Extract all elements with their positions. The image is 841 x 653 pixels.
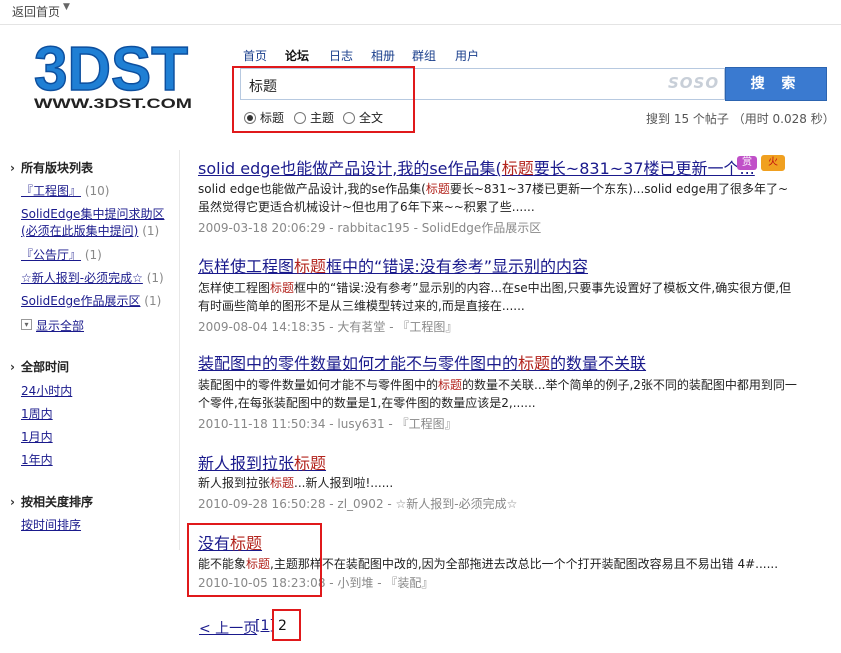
snippet-text: solid edge也能做产品设计,我的se作品集( xyxy=(198,182,426,196)
snippet-text: 怎样使工程图 xyxy=(198,281,271,295)
forum-link[interactable]: SolidEdge集中提问求助区 xyxy=(21,207,164,221)
snippet-text: 装配图中的零件数量如何才能不与零件图中的 xyxy=(198,378,439,392)
expand-icon[interactable]: ▾ xyxy=(21,319,32,330)
title-text: 的数量不关联 xyxy=(550,354,647,373)
title-highlight: 标题 xyxy=(294,454,327,473)
sidebar-item-forum: 『工程图』 (10) xyxy=(21,182,109,199)
snippet-highlight: 标题 xyxy=(270,281,295,295)
result-snippet: 装配图中的零件数量如何才能不与零件图中的标题的数量不关联...举个简单的例子,2… xyxy=(198,376,798,412)
title-highlight: 标题 xyxy=(518,354,551,373)
show-all-link[interactable]: 显示全部 xyxy=(36,317,84,334)
sidebar-item-forum: ☆新人报到-必须完成☆ (1) xyxy=(21,269,164,286)
snippet-highlight: 标题 xyxy=(438,378,463,392)
nav-groups[interactable]: 群组 xyxy=(412,47,436,64)
nav-home[interactable]: 首页 xyxy=(243,47,267,64)
result-meta: 2009-03-18 20:06:29 - rabbitac195 - Soli… xyxy=(198,221,542,235)
nav-album[interactable]: 相册 xyxy=(371,47,395,64)
sidebar-heading-time: 全部时间 xyxy=(10,358,69,375)
annotation-box-result xyxy=(187,523,322,597)
forum-link[interactable]: 『公告厅』 xyxy=(21,248,81,262)
result-meta: 2010-11-18 11:50:34 - lusy631 - 『工程图』 xyxy=(198,417,457,431)
nav-forum[interactable]: 论坛 xyxy=(285,47,309,64)
top-bar xyxy=(0,0,841,25)
sidebar-heading-sort: 按相关度排序 xyxy=(10,493,93,510)
chevron-down-icon[interactable]: ▼ xyxy=(63,2,70,12)
snippet-highlight: 标题 xyxy=(425,182,450,196)
sidebar-heading-forums: 所有版块列表 xyxy=(10,159,93,176)
title-text: 新人报到拉张 xyxy=(198,454,295,473)
time-filter-month[interactable]: 1月内 xyxy=(21,428,53,445)
forum-count: (1) xyxy=(144,294,162,308)
forum-link[interactable]: 『工程图』 xyxy=(21,184,81,198)
soso-watermark: SOSO xyxy=(668,74,720,92)
sidebar-item-forum: 『公告厅』 (1) xyxy=(21,246,102,263)
snippet-text: ,主题那样不在装配图中改的,因为全部拖进去改总比一个个打开装配图改容易且不易出错… xyxy=(270,557,779,571)
time-filter-year[interactable]: 1年内 xyxy=(21,451,53,468)
forum-count: (1) xyxy=(84,248,102,262)
result-title-link[interactable]: 装配图中的零件数量如何才能不与零件图中的标题的数量不关联 xyxy=(198,350,646,374)
sidebar-divider xyxy=(179,150,180,550)
result-title-link[interactable]: 怎样使工程图标题框中的“错误:没有参考”显示别的内容 xyxy=(198,253,588,277)
result-count: 搜到 15 个帖子 （用时 0.028 秒） xyxy=(646,112,835,126)
reward-badge-icon: 赏 xyxy=(737,156,757,170)
sort-by-time-link[interactable]: 按时间排序 xyxy=(21,516,81,533)
nav-users[interactable]: 用户 xyxy=(455,47,479,64)
nav-blog[interactable]: 日志 xyxy=(329,47,353,64)
forum-count: (1) xyxy=(146,271,164,285)
result-meta: 2009-08-04 14:18:35 - 大有茗堂 - 『工程图』 xyxy=(198,320,458,334)
site-logo[interactable]: 3DST WWW.3DST.COM xyxy=(32,38,202,112)
back-to-home-link[interactable]: 返回首页 xyxy=(12,3,60,20)
annotation-box-search xyxy=(232,66,415,133)
forum-link[interactable]: ☆新人报到-必须完成☆ xyxy=(21,271,143,285)
title-highlight: 标题 xyxy=(294,257,327,276)
forum-count: (10) xyxy=(84,184,110,198)
title-text: 怎样使工程图 xyxy=(198,257,295,276)
snippet-text: 新人报到拉张 xyxy=(198,476,271,490)
result-snippet: 怎样使工程图标题框中的“错误:没有参考”显示别的内容...在se中出图,只要事先… xyxy=(198,279,798,315)
title-text: 框中的“错误:没有参考”显示别的内容 xyxy=(326,257,589,276)
title-text: solid edge也能做产品设计,我的se作品集( xyxy=(198,159,502,178)
forum-link[interactable]: SolidEdge作品展示区 xyxy=(21,294,140,308)
result-title-link[interactable]: 新人报到拉张标题 xyxy=(198,450,326,474)
title-highlight: 标题 xyxy=(501,159,534,178)
sidebar-item-forum: SolidEdge集中提问求助区 (必须在此版集中提问) (1) xyxy=(21,206,164,240)
result-snippet: solid edge也能做产品设计,我的se作品集(标题要长~831~37楼已更… xyxy=(198,180,798,216)
time-filter-week[interactable]: 1周内 xyxy=(21,405,53,422)
forum-count: (1) xyxy=(142,224,160,238)
time-filter-24h[interactable]: 24小时内 xyxy=(21,382,72,399)
result-title-link[interactable]: solid edge也能做产品设计,我的se作品集(标题要长~831~37楼已更… xyxy=(198,155,755,179)
snippet-highlight: 标题 xyxy=(270,476,295,490)
title-text: 要长~831~37楼已更新一个... xyxy=(533,159,755,178)
result-snippet: 新人报到拉张标题...新人报到啦!...... xyxy=(198,474,798,492)
forum-link-note[interactable]: (必须在此版集中提问) xyxy=(21,224,138,238)
snippet-text: ...新人报到啦!...... xyxy=(294,476,394,490)
logo-url-text: WWW.3DST.COM xyxy=(34,95,192,111)
search-button[interactable]: 搜 索 xyxy=(725,67,827,101)
title-text: 装配图中的零件数量如何才能不与零件图中的 xyxy=(198,354,519,373)
sidebar-item-forum: SolidEdge作品展示区 (1) xyxy=(21,292,161,309)
hot-badge-icon: 火 xyxy=(761,155,785,171)
prev-page-link[interactable]: < 上一页 xyxy=(199,618,257,638)
annotation-box-page xyxy=(272,609,301,641)
result-meta: 2010-09-28 16:50:28 - zl_0902 - ☆新人报到-必须… xyxy=(198,497,518,511)
